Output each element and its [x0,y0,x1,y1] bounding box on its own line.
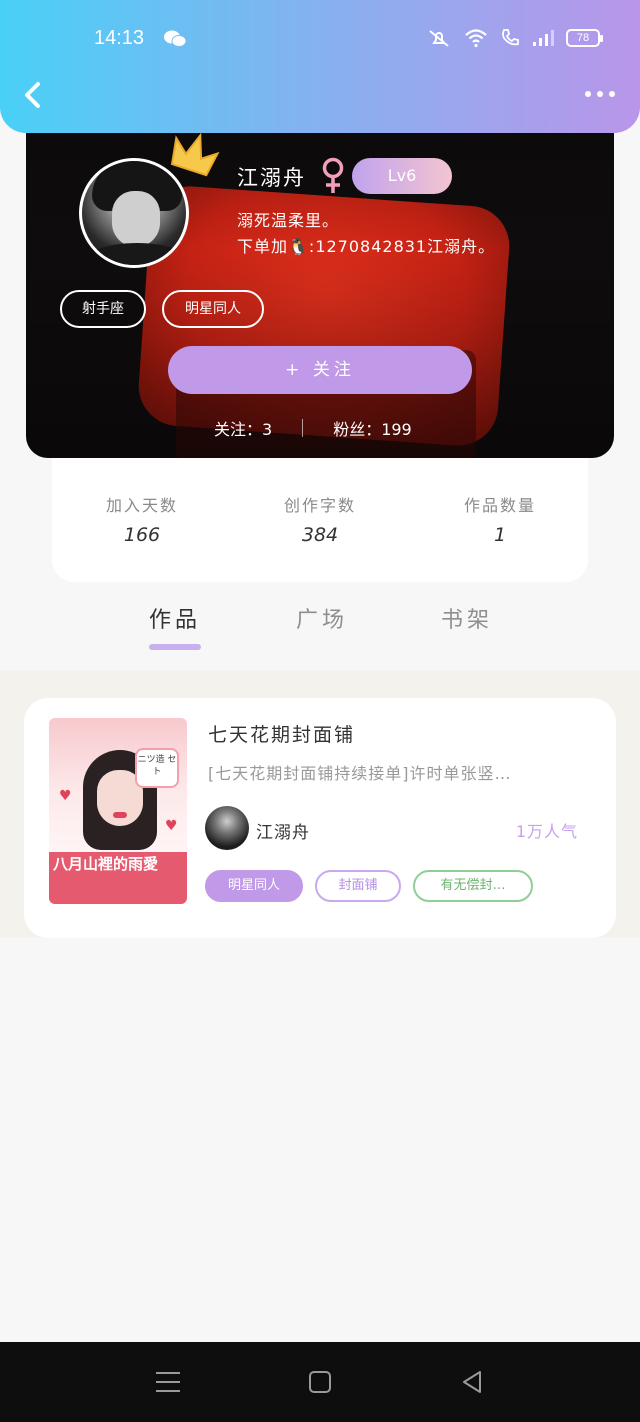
mute-bell-icon [429,30,449,47]
status-time: 14:13 [94,27,145,49]
stat-value: 166 [123,524,161,546]
battery-indicator: 78 [566,29,603,47]
stat-join-days: 加入天数 166 [62,492,222,546]
female-icon [322,157,344,193]
tab-active-indicator [149,644,201,650]
follow-counts: 关注：3 粉丝：199 [214,416,412,440]
stat-word-count: 创作字数 384 [240,492,400,546]
wifi-icon [465,29,487,48]
popularity-count: 1万人气 [515,822,578,841]
menu-icon[interactable] [152,1368,184,1396]
stat-value: 384 [301,524,339,546]
cover-title: 八月山裡的雨愛 [53,855,159,873]
stats-card: 加入天数 166 创作字数 384 作品数量 1 [52,458,588,582]
author-avatar[interactable] [205,806,249,850]
work-tag[interactable]: 明星同人 [205,870,303,902]
tab-works[interactable]: 作品 [149,602,201,634]
heart-icon: ♥ [59,788,72,804]
stat-label: 创作字数 [283,496,356,515]
work-tag[interactable]: 封面铺 [315,870,401,902]
call-icon [502,29,519,46]
author-name[interactable]: 江溺舟 [256,818,310,843]
more-options-button[interactable] [582,86,618,102]
heart-icon: ♥ [165,818,178,834]
work-title[interactable]: 七天花期封面铺 [208,720,355,747]
more-dots-icon [585,91,591,97]
status-icons: 78 [426,28,603,48]
profile-name: 江溺舟 [237,166,306,190]
bio-line-2: 下单加🐧:1270842831江溺舟。 [237,237,496,256]
tab-bar: 作品 广场 书架 [0,598,640,670]
home-square-icon[interactable] [304,1368,336,1396]
avatar[interactable] [79,158,189,268]
crown-icon [170,132,220,177]
wechat-icon [164,30,186,47]
work-cover-image[interactable]: ニツ造 セト ♥ ♥ 八月山裡的雨愛 [49,718,187,904]
tag-zodiac[interactable]: 射手座 [60,290,146,328]
follow-button[interactable]: + 关注 [168,346,472,394]
stat-label: 加入天数 [105,496,178,515]
following-count[interactable]: 关注：3 [214,416,272,440]
profile-bio: 溺死温柔里。 下单加🐧:1270842831江溺舟。 [237,208,495,260]
level-badge: Lv6 [352,158,452,194]
work-tag[interactable]: 有无偿封… [413,870,533,902]
tab-bookshelf[interactable]: 书架 [441,602,493,634]
bio-line-1: 溺死温柔里。 [237,211,340,230]
back-arrow-icon[interactable] [20,78,50,112]
work-description: [七天花期封面铺持续接单]许时单张竖… [208,764,512,783]
stat-works-count: 作品数量 1 [420,492,580,546]
cover-badge: ニツ造 セト [135,748,179,788]
stat-value: 1 [493,524,507,546]
top-bar: 14:13 78 [0,0,640,133]
back-triangle-icon[interactable] [456,1368,488,1396]
divider [302,419,304,437]
work-card[interactable]: ニツ造 セト ♥ ♥ 八月山裡的雨愛 七天花期封面铺 [七天花期封面铺持续接单]… [24,698,616,938]
tab-plaza[interactable]: 广场 [296,602,348,634]
fans-count[interactable]: 粉丝：199 [333,416,412,440]
stat-label: 作品数量 [463,496,536,515]
system-nav-bar [0,1342,640,1422]
signal-icon [533,30,554,46]
tag-category[interactable]: 明星同人 [162,290,264,328]
